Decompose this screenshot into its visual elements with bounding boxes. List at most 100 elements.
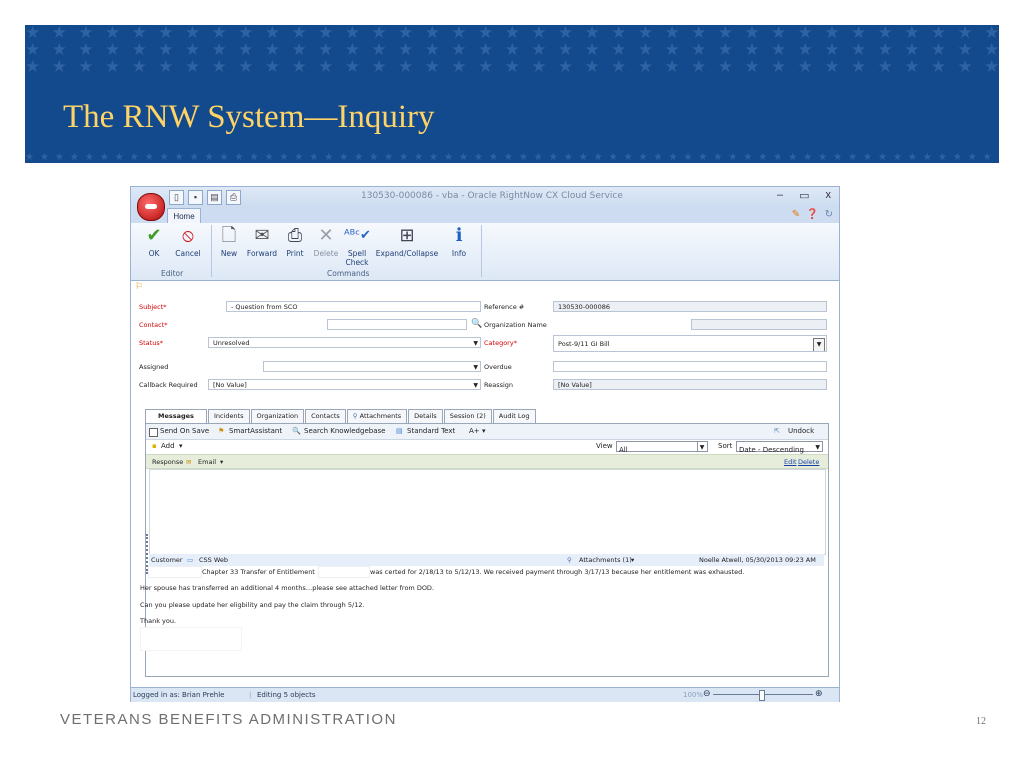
callback-value: [No Value] bbox=[213, 381, 247, 389]
messages-toolbar: Send On Save ⚑ SmartAssistant 🔍 Search K… bbox=[146, 424, 828, 440]
info-icon: ℹ bbox=[455, 225, 463, 246]
message-line-1a: Chapter 33 Transfer of Entitlement bbox=[202, 568, 315, 576]
tab-details[interactable]: Details bbox=[408, 409, 443, 423]
info-label: Info bbox=[451, 249, 467, 258]
edit-link[interactable]: Edit bbox=[784, 458, 797, 466]
feedback-icon[interactable]: ✎ bbox=[792, 209, 800, 220]
spell-check-icon: ᴬᴮᶜ✔ bbox=[344, 228, 371, 243]
delete-label: Delete bbox=[313, 249, 339, 258]
zoom-in-icon[interactable]: ⊕ bbox=[815, 689, 823, 699]
checkmark-icon: ✔ bbox=[146, 225, 162, 246]
reference-field: 130530-000086 bbox=[553, 301, 827, 312]
zoom-out-icon[interactable]: ⊖ bbox=[703, 689, 711, 699]
ok-label: OK bbox=[148, 249, 160, 258]
message-line-4: Thank you. bbox=[140, 617, 177, 625]
save-icon[interactable]: ▪ bbox=[188, 190, 203, 205]
title-banner: ★ ★ ★ ★ ★ ★ ★ ★ ★ ★ ★ ★ ★ ★ ★ ★ ★ ★ ★ ★ … bbox=[25, 25, 999, 163]
flag-icon[interactable]: ⚐ bbox=[131, 281, 843, 291]
info-button[interactable]: ℹ Info bbox=[447, 225, 471, 258]
cancel-button[interactable]: ⦸ Cancel bbox=[173, 225, 203, 258]
print-button[interactable]: ⎙ Print bbox=[282, 225, 308, 258]
category-value: Post-9/11 GI Bill bbox=[558, 340, 610, 348]
zoom-slider-thumb[interactable] bbox=[759, 690, 765, 701]
spell-check-label: Spell Check bbox=[345, 249, 369, 267]
undock-button[interactable]: Undock bbox=[788, 427, 814, 435]
chevron-down-icon: ▼ bbox=[473, 364, 478, 371]
status-separator: | bbox=[249, 691, 252, 699]
contact-field[interactable] bbox=[327, 319, 467, 330]
forward-button[interactable]: ✉ Forward bbox=[245, 225, 279, 258]
search-knowledgebase-button[interactable]: Search Knowledgebase bbox=[304, 427, 385, 435]
delete-link[interactable]: Delete bbox=[798, 458, 819, 466]
add-button[interactable]: Add bbox=[161, 442, 175, 450]
delete-button[interactable]: ✕ Delete bbox=[311, 225, 341, 258]
tab-contacts[interactable]: Contacts bbox=[305, 409, 346, 423]
status-select[interactable]: Unresolved ▼ bbox=[208, 337, 481, 348]
tab-attachments[interactable]: ⚲ Attachments bbox=[346, 409, 408, 423]
assigned-label: Assigned bbox=[139, 363, 169, 371]
assigned-select[interactable]: ▼ bbox=[263, 361, 481, 372]
add-icon: ▪ bbox=[152, 442, 157, 450]
response-bar: Response ✉ Email ▾ Edit Delete bbox=[146, 454, 828, 469]
chevron-down-icon: ▼ bbox=[813, 338, 825, 351]
spell-check-button[interactable]: ᴬᴮᶜ✔ Spell Check bbox=[344, 225, 371, 267]
help-icon[interactable]: ❓ bbox=[806, 209, 818, 220]
new-doc-icon[interactable]: ▯ bbox=[169, 190, 184, 205]
font-menu-button[interactable]: A+ bbox=[469, 427, 480, 435]
chevron-down-icon: ▼ bbox=[815, 444, 820, 451]
callback-label: Callback Required bbox=[139, 381, 198, 389]
new-label: New bbox=[220, 249, 238, 258]
web-channel-icon: ▭ bbox=[187, 556, 194, 564]
chevron-down-icon: ▼ bbox=[473, 382, 478, 389]
quick-access-toolbar: ▯ ▪ ▤ ⎙ bbox=[169, 190, 241, 205]
new-button[interactable]: 🗋 New bbox=[217, 225, 241, 258]
thread-toolbar: ▪ Add ▾ View All ▼ Sort Date - Descendin… bbox=[146, 439, 828, 454]
standard-text-button[interactable]: Standard Text bbox=[407, 427, 455, 435]
category-select[interactable]: Post-9/11 GI Bill ▼ bbox=[553, 335, 827, 352]
expand-collapse-icon: ⊞ bbox=[399, 225, 415, 246]
email-dropdown[interactable]: Email bbox=[198, 458, 216, 466]
sort-select[interactable]: Date - Descending ▼ bbox=[736, 441, 823, 454]
organization-field[interactable] bbox=[691, 319, 827, 330]
help-icons: ✎ ❓ ↻ bbox=[792, 209, 833, 220]
undock-icon: ⇱ bbox=[774, 427, 780, 435]
subject-field[interactable]: - Question from SCO bbox=[226, 301, 481, 312]
editing-label: Editing 5 objects bbox=[257, 691, 316, 699]
tab-audit-log[interactable]: Audit Log bbox=[492, 409, 536, 423]
message-line-2: Her spouse has transferred an additional… bbox=[140, 584, 435, 592]
author-date: Noelle Atwell, 05/30/2013 09:23 AM bbox=[699, 556, 816, 564]
reassign-field[interactable]: [No Value] bbox=[553, 379, 827, 390]
slide-title: The RNW System—Inquiry bbox=[63, 99, 435, 135]
tab-home[interactable]: Home bbox=[167, 208, 201, 224]
response-editor[interactable] bbox=[149, 469, 826, 555]
tab-incidents[interactable]: Incidents bbox=[207, 409, 250, 423]
tab-session[interactable]: Session (2) bbox=[443, 409, 492, 423]
status-label: Status* bbox=[139, 339, 163, 347]
minimize-button[interactable]: – bbox=[777, 189, 783, 202]
cancel-label: Cancel bbox=[175, 249, 201, 258]
chevron-down-icon: ▾ bbox=[631, 556, 635, 564]
callback-select[interactable]: [No Value] ▼ bbox=[208, 379, 481, 390]
copy-icon[interactable]: ▤ bbox=[207, 190, 222, 205]
customer-label: Customer bbox=[151, 556, 183, 564]
tab-messages[interactable]: Messages bbox=[145, 409, 207, 423]
channel-label: CSS Web bbox=[199, 556, 229, 564]
subject-label: Subject* bbox=[139, 303, 167, 311]
view-select[interactable]: All ▼ bbox=[616, 441, 708, 454]
refresh-icon[interactable]: ↻ bbox=[825, 209, 833, 220]
print-icon[interactable]: ⎙ bbox=[226, 190, 241, 205]
expand-collapse-button[interactable]: ⊞ Expand/Collapse bbox=[374, 225, 440, 258]
search-icon[interactable]: 🔍 bbox=[471, 318, 482, 329]
send-on-save-checkbox[interactable] bbox=[149, 428, 158, 437]
tab-organization[interactable]: Organization bbox=[250, 409, 305, 423]
attachments-dropdown[interactable]: Attachments (1) bbox=[579, 556, 632, 564]
stars-pattern: ★ ★ ★ ★ ★ ★ ★ ★ ★ ★ ★ ★ ★ ★ ★ ★ ★ ★ ★ ★ … bbox=[25, 25, 999, 77]
maximize-button[interactable]: ▭ bbox=[799, 189, 809, 202]
smart-assistant-button[interactable]: SmartAssistant bbox=[229, 427, 282, 435]
close-button[interactable]: x bbox=[826, 189, 832, 202]
rightnow-window: ▯ ▪ ▤ ⎙ 130530-000086 - vba - Oracle Rig… bbox=[130, 186, 840, 702]
ok-button[interactable]: ✔ OK bbox=[141, 225, 167, 258]
ribbon: ✔ OK ⦸ Cancel 🗋 New ✉ Forward ⎙ Print ✕ … bbox=[131, 223, 839, 281]
app-menu-button[interactable] bbox=[137, 193, 165, 221]
slide-footer: VETERANS BENEFITS ADMINISTRATION bbox=[60, 711, 397, 728]
